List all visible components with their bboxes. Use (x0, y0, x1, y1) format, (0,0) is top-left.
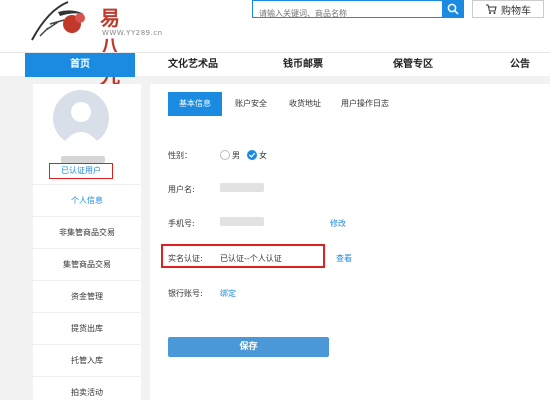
bank-bind-link[interactable]: 绑定 (220, 288, 236, 299)
site-logo[interactable]: 易八九 WWW.YY289.cn (28, 0, 162, 88)
sidebar-item-auction[interactable]: 拍卖活动 (33, 376, 141, 400)
username-label: 用户名: (168, 185, 195, 194)
logo-url: WWW.YY289.cn (102, 29, 163, 37)
nav-coins-stamps[interactable]: 钱币邮票 (248, 53, 358, 77)
search-button[interactable] (442, 0, 464, 18)
nav-home[interactable]: 首页 (25, 53, 135, 77)
nav-custody-zone[interactable]: 保管专区 (358, 53, 468, 77)
user-sidebar: 已认证用户 个人信息 非集管商品交易 集管商品交易 资金管理 提货出库 托管入库… (33, 84, 141, 400)
bamboo-logo-icon (31, 1, 85, 41)
tab-account-security[interactable]: 账户安全 (224, 92, 278, 116)
search-input[interactable] (253, 5, 442, 22)
verified-user-badge: 已认证用户 (49, 163, 113, 179)
gender-female-label: 女 (259, 151, 267, 160)
user-avatar-icon (61, 102, 101, 146)
gender-male-label: 男 (232, 151, 240, 160)
search-box (252, 0, 442, 22)
realname-view-link[interactable]: 查看 (336, 253, 352, 264)
search-icon (447, 3, 459, 15)
sidebar-item-pickup[interactable]: 提货出库 (33, 312, 141, 344)
cart-label: 购物车 (501, 5, 531, 17)
phone-modify-link[interactable]: 修改 (330, 218, 346, 229)
sidebar-item-custody-trade[interactable]: 集管商品交易 (33, 248, 141, 280)
username-redacted (61, 156, 105, 163)
sidebar-menu: 个人信息 非集管商品交易 集管商品交易 资金管理 提货出库 托管入库 拍卖活动 (33, 184, 141, 400)
site-header: 易八九 WWW.YY289.cn 购物车 (0, 0, 550, 88)
phone-label: 手机号: (168, 219, 195, 228)
tab-basic-info[interactable]: 基本信息 (168, 92, 222, 116)
nav-announcements[interactable]: 公告 (490, 53, 550, 77)
profile-tabs: 基本信息 账户安全 收货地址 用户操作日志 (168, 92, 538, 116)
username-value-redacted (220, 183, 264, 192)
avatar[interactable] (53, 90, 109, 146)
gender-female-radio[interactable] (247, 150, 257, 160)
nav-culture-art[interactable]: 文化艺术品 (138, 53, 248, 77)
save-button[interactable]: 保存 (168, 337, 329, 357)
sidebar-item-deposit[interactable]: 托管入库 (33, 344, 141, 376)
cart-button[interactable]: 购物车 (472, 0, 544, 18)
check-icon (249, 152, 256, 158)
realname-status: 已认证--个人认证 (220, 254, 282, 263)
sidebar-item-non-custody-trade[interactable]: 非集管商品交易 (33, 216, 141, 248)
tab-shipping-address[interactable]: 收货地址 (278, 92, 332, 116)
bank-label: 银行账号: (168, 289, 203, 298)
sidebar-item-funds[interactable]: 资金管理 (33, 280, 141, 312)
cart-icon (486, 4, 497, 14)
tab-operation-log[interactable]: 用户操作日志 (332, 92, 398, 116)
phone-value-redacted (220, 217, 264, 226)
main-nav: 首页 文化艺术品 钱币邮票 保管专区 公告 (0, 52, 550, 77)
realname-label: 实名认证: (168, 254, 203, 263)
gender-label: 性别： (168, 151, 192, 160)
gender-male-radio[interactable] (220, 150, 230, 160)
profile-panel: 基本信息 账户安全 收货地址 用户操作日志 性别： 男 女 用户名: 手机号: … (150, 84, 550, 400)
sidebar-item-personal-info[interactable]: 个人信息 (33, 184, 141, 216)
